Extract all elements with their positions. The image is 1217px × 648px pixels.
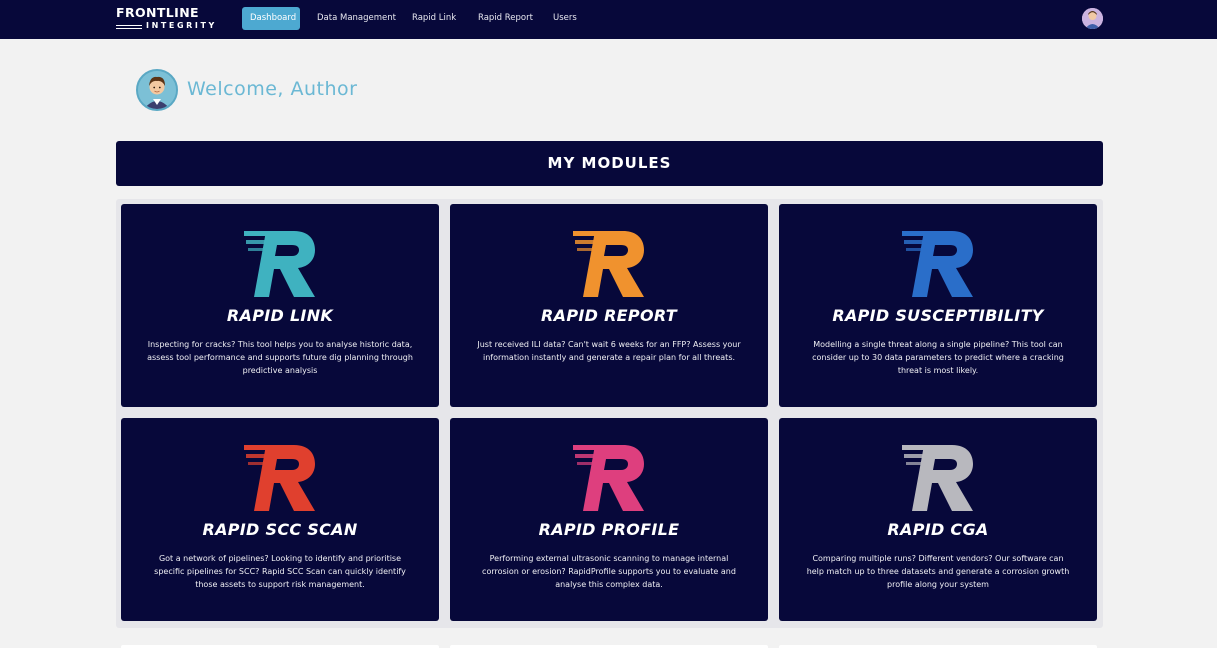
rapid-profile-logo-icon <box>573 445 644 511</box>
rapid-cga-logo-icon <box>902 445 973 511</box>
module-card-rapid-profile[interactable]: RAPID PROFILE Performing external ultras… <box>450 418 768 621</box>
rapid-susceptibility-logo-icon <box>902 231 973 297</box>
module-description: Comparing multiple runs? Different vendo… <box>806 554 1070 589</box>
rapid-report-logo-icon <box>573 231 644 297</box>
rapid-link-logo-icon <box>244 231 315 297</box>
module-title: RAPID CGA <box>887 520 989 539</box>
module-title: RAPID SUSCEPTIBILITY <box>832 306 1044 325</box>
modules-header: MY MODULES <box>116 141 1103 186</box>
module-title: RAPID LINK <box>226 306 334 325</box>
rapid-scc-scan-logo-icon <box>244 445 315 511</box>
module-card-rapid-scc-scan[interactable]: RAPID SCC SCAN Got a network of pipeline… <box>121 418 439 621</box>
module-description: Got a network of pipelines? Looking to i… <box>154 554 406 589</box>
module-title: RAPID PROFILE <box>538 520 680 539</box>
nav-rapid-report[interactable]: Rapid Report <box>470 7 541 30</box>
welcome-avatar <box>136 69 178 111</box>
module-description: Performing external ultrasonic scanning … <box>482 554 736 589</box>
module-description: Inspecting for cracks? This tool helps y… <box>147 340 413 375</box>
module-card-rapid-cga[interactable]: RAPID CGA Comparing multiple runs? Diffe… <box>779 418 1097 621</box>
nav-users[interactable]: Users <box>545 7 585 30</box>
module-card-rapid-link[interactable]: RAPID LINK Inspecting for cracks? This t… <box>121 204 439 407</box>
module-description: Modelling a single threat along a single… <box>812 340 1064 375</box>
nav-dashboard[interactable]: Dashboard <box>242 7 300 30</box>
nav-rapid-link[interactable]: Rapid Link <box>404 7 464 30</box>
welcome-message: Welcome, Author <box>187 78 358 100</box>
module-description: Just received ILI data? Can't wait 6 wee… <box>477 340 741 362</box>
module-title: RAPID SCC SCAN <box>202 520 358 539</box>
frontline-integrity-logo[interactable]: FRONTLINE INTEGRITY <box>116 5 218 31</box>
nav-data-management[interactable]: Data Management <box>309 7 404 30</box>
module-card-rapid-susceptibility[interactable]: RAPID SUSCEPTIBILITY Modelling a single … <box>779 204 1097 407</box>
module-title: RAPID REPORT <box>541 306 677 325</box>
logo-line-1: FRONTLINE <box>116 5 199 20</box>
module-card-rapid-report[interactable]: RAPID REPORT Just received ILI data? Can… <box>450 204 768 407</box>
logo-line-2: INTEGRITY <box>116 21 218 30</box>
top-navbar: FRONTLINE INTEGRITY Dashboard Data Manag… <box>0 0 1217 39</box>
user-avatar-icon[interactable] <box>1082 8 1103 29</box>
